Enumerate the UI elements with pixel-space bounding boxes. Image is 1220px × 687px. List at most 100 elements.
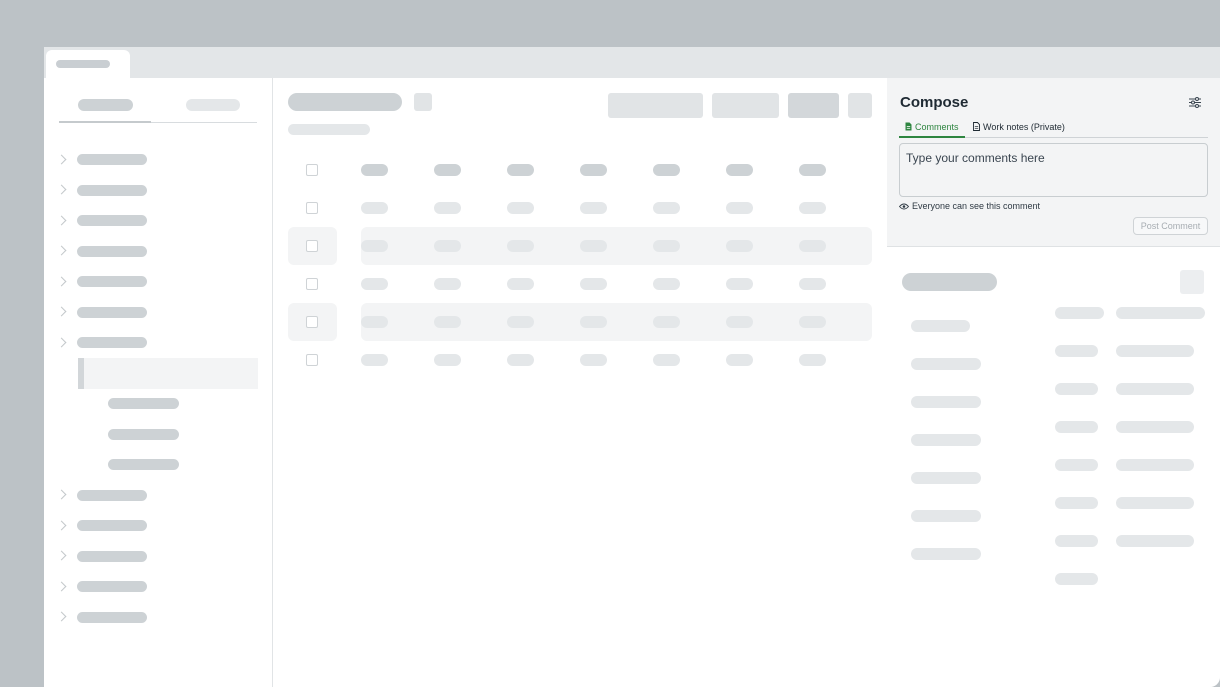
field-label-placeholder — [1055, 497, 1098, 509]
table-cell-placeholder — [726, 202, 753, 214]
column-header-placeholder[interactable] — [799, 164, 826, 176]
compose-title: Compose — [900, 94, 969, 111]
nav-item-placeholder[interactable] — [77, 612, 147, 623]
nav-item-selected[interactable] — [78, 358, 258, 389]
table-cell-placeholder — [653, 240, 680, 252]
subtitle-placeholder — [288, 124, 370, 135]
toolbar-button-placeholder-1[interactable] — [608, 93, 703, 118]
sliders-icon[interactable] — [1189, 97, 1201, 108]
row-checkbox[interactable] — [306, 354, 318, 366]
field-label-placeholder — [911, 434, 981, 446]
toolbar-button-placeholder-3[interactable] — [788, 93, 839, 118]
chevron-right-icon[interactable] — [56, 489, 67, 500]
table-cell-placeholder — [507, 354, 534, 366]
details-action-placeholder[interactable] — [1180, 270, 1204, 294]
column-header-placeholder[interactable] — [434, 164, 461, 176]
table-cell-placeholder — [361, 316, 388, 328]
chevron-right-icon[interactable] — [56, 184, 67, 195]
chevron-right-icon[interactable] — [56, 581, 67, 592]
table-cell-placeholder — [580, 316, 607, 328]
nav-item-placeholder[interactable] — [77, 185, 147, 196]
nav-item-placeholder[interactable] — [77, 246, 147, 257]
row-checkbox[interactable] — [306, 202, 318, 214]
eye-icon — [899, 203, 909, 209]
table-cell-placeholder — [799, 354, 826, 366]
table-cell-placeholder — [507, 240, 534, 252]
field-label-placeholder — [1055, 421, 1098, 433]
nav-item-placeholder[interactable] — [77, 276, 147, 287]
comment-textarea[interactable] — [899, 143, 1208, 197]
nav-item-placeholder[interactable] — [77, 154, 147, 165]
chevron-right-icon[interactable] — [56, 306, 67, 317]
row-checkbox[interactable] — [306, 240, 318, 252]
nav-item-placeholder[interactable] — [77, 581, 147, 592]
title-action-placeholder[interactable] — [414, 93, 432, 111]
desktop-frame: Compose Comments Work notes (Private) Ty… — [0, 0, 1220, 687]
nav-item-placeholder[interactable] — [77, 307, 147, 318]
column-header-placeholder[interactable] — [361, 164, 388, 176]
visibility-note: Everyone can see this comment — [899, 201, 1040, 211]
toolbar-button-placeholder-4[interactable] — [848, 93, 872, 118]
left-navigation — [44, 78, 273, 687]
tab-work-notes[interactable]: Work notes (Private) — [973, 122, 1065, 138]
nav-item-placeholder[interactable] — [77, 490, 147, 501]
field-value-placeholder — [1116, 459, 1194, 471]
chevron-right-icon[interactable] — [56, 276, 67, 287]
table-cell-placeholder — [726, 240, 753, 252]
table-cell-placeholder — [434, 316, 461, 328]
table-cell-placeholder — [799, 240, 826, 252]
details-title-placeholder — [902, 273, 997, 291]
field-label-placeholder — [911, 548, 981, 560]
table-cell-placeholder — [434, 278, 461, 290]
chevron-right-icon[interactable] — [56, 245, 67, 256]
table-cell-placeholder — [726, 278, 753, 290]
toolbar-button-placeholder-2[interactable] — [712, 93, 779, 118]
chevron-right-icon[interactable] — [56, 337, 67, 348]
row-checkbox[interactable] — [306, 278, 318, 290]
document-icon — [905, 122, 912, 131]
table-cell-placeholder — [580, 354, 607, 366]
chevron-right-icon[interactable] — [56, 215, 67, 226]
chevron-right-icon[interactable] — [56, 550, 67, 561]
left-tab-active-indicator — [59, 121, 151, 123]
nav-subitem-placeholder[interactable] — [108, 459, 179, 470]
nav-subitem-placeholder[interactable] — [108, 398, 179, 409]
nav-item-placeholder[interactable] — [77, 520, 147, 531]
column-header-placeholder[interactable] — [653, 164, 680, 176]
column-header-placeholder[interactable] — [580, 164, 607, 176]
field-value-placeholder — [1116, 535, 1194, 547]
table-cell-placeholder — [726, 316, 753, 328]
nav-item-placeholder[interactable] — [77, 551, 147, 562]
page-content: Compose Comments Work notes (Private) Ty… — [44, 78, 1220, 687]
chevron-right-icon[interactable] — [56, 154, 67, 165]
table-cell-placeholder — [507, 316, 534, 328]
browser-tab[interactable] — [46, 50, 130, 79]
field-value-placeholder — [1116, 307, 1205, 319]
select-all-checkbox[interactable] — [306, 164, 318, 176]
field-label-placeholder — [911, 472, 981, 484]
field-label-placeholder — [1055, 383, 1098, 395]
field-value-placeholder — [1116, 345, 1194, 357]
row-checkbox[interactable] — [306, 316, 318, 328]
table-cell-placeholder — [799, 202, 826, 214]
left-tab-placeholder-1[interactable] — [78, 99, 133, 111]
nav-item-placeholder[interactable] — [77, 215, 147, 226]
column-header-placeholder[interactable] — [726, 164, 753, 176]
field-value-placeholder — [1116, 383, 1194, 395]
field-label-placeholder — [911, 358, 981, 370]
left-tab-placeholder-2[interactable] — [186, 99, 240, 111]
field-label-placeholder — [1055, 459, 1098, 471]
nav-item-placeholder[interactable] — [77, 337, 147, 348]
field-label-placeholder — [911, 396, 981, 408]
visibility-text: Everyone can see this comment — [912, 201, 1041, 211]
tab-comments[interactable]: Comments — [899, 122, 965, 138]
details-panel — [887, 248, 1220, 687]
chevron-right-icon[interactable] — [56, 520, 67, 531]
nav-subitem-placeholder[interactable] — [108, 429, 179, 440]
table-cell-placeholder — [434, 354, 461, 366]
field-label-placeholder — [1055, 345, 1098, 357]
chevron-right-icon[interactable] — [56, 611, 67, 622]
column-header-placeholder[interactable] — [507, 164, 534, 176]
post-comment-button[interactable]: Post Comment — [1133, 217, 1208, 235]
table-cell-placeholder — [653, 278, 680, 290]
